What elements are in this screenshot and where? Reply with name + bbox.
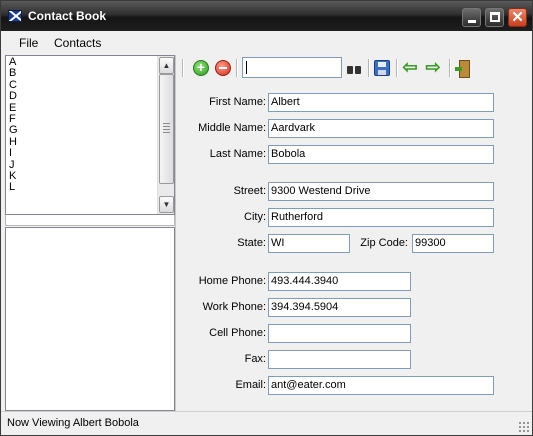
grip-line	[163, 129, 170, 130]
street-field[interactable]: 9300 Westend Drive	[268, 182, 494, 201]
state-label: State:	[237, 237, 266, 249]
email-field[interactable]: ant@eater.com	[268, 376, 494, 395]
close-icon: ✕	[511, 9, 524, 26]
text-caret	[246, 61, 247, 74]
close-button[interactable]: ✕	[508, 8, 527, 27]
scroll-thumb[interactable]	[159, 74, 174, 184]
first-name-label: First Name:	[209, 96, 266, 108]
grip-line	[163, 132, 170, 133]
city-field[interactable]: Rutherford	[268, 208, 494, 227]
search-input[interactable]	[242, 57, 342, 78]
contact-book-window: Contact Book ✕ File Contacts ABCDEFGHIJK…	[0, 0, 533, 436]
middle-name-label: Middle Name:	[198, 122, 266, 134]
status-bar: Now Viewing Albert Bobola	[1, 411, 532, 435]
work-phone-label: Work Phone:	[202, 301, 266, 313]
letter-item[interactable]: D	[9, 90, 18, 102]
maximize-icon	[490, 12, 500, 22]
first-name-field[interactable]: Albert	[268, 93, 494, 112]
remove-contact-icon[interactable]	[215, 60, 231, 76]
letter-list-scrollbar[interactable]: ▲ ▼	[157, 56, 174, 214]
cell-phone-field[interactable]	[268, 324, 411, 343]
city-label: City:	[244, 211, 266, 223]
status-text: Now Viewing Albert Bobola	[7, 417, 139, 429]
chevron-up-icon: ▲	[162, 61, 171, 70]
title-bar[interactable]: Contact Book ✕	[1, 1, 532, 31]
toolbar-grip	[182, 59, 184, 77]
street-label: Street:	[233, 185, 266, 197]
email-label: Email:	[235, 379, 266, 391]
home-phone-label: Home Phone:	[198, 275, 266, 287]
middle-name-field[interactable]: Aardvark	[268, 119, 494, 138]
contact-detail-pane: ⇦ ⇨ First Name: Albert Middle Name: Aard…	[175, 55, 531, 411]
toolbar-separator	[236, 59, 238, 77]
letter-item[interactable]: L	[9, 182, 18, 194]
binoculars-icon[interactable]	[346, 60, 362, 76]
letter-item[interactable]: I	[9, 147, 18, 159]
exit-door-icon[interactable]	[455, 60, 471, 78]
work-phone-field[interactable]: 394.394.5904	[268, 298, 411, 317]
floppy-save-icon[interactable]	[374, 60, 390, 76]
grip-line	[163, 126, 170, 127]
home-phone-field[interactable]: 493.444.3940	[268, 272, 411, 291]
scroll-down-button[interactable]: ▼	[159, 196, 174, 213]
grip-line	[163, 123, 170, 124]
resize-grip-icon[interactable]	[518, 421, 529, 432]
contact-results-list[interactable]	[5, 227, 175, 411]
arrow-left-icon[interactable]: ⇦	[402, 58, 418, 76]
toolbar-separator	[449, 59, 451, 77]
arrow-right-icon[interactable]: ⇨	[425, 58, 441, 76]
zip-code-label: Zip Code:	[360, 237, 408, 249]
minimize-button[interactable]	[462, 8, 481, 27]
toolbar-separator	[396, 59, 398, 77]
menu-file[interactable]: File	[19, 36, 38, 50]
toolbar: ⇦ ⇨	[176, 55, 532, 80]
toolbar-separator	[368, 59, 370, 77]
chevron-down-icon: ▼	[162, 200, 171, 209]
cell-phone-label: Cell Phone:	[209, 327, 266, 339]
last-name-field[interactable]: Bobola	[268, 145, 494, 164]
menu-contacts[interactable]: Contacts	[54, 36, 101, 50]
window-title: Contact Book	[28, 9, 106, 23]
filter-field[interactable]	[5, 215, 175, 226]
app-flag-icon	[8, 10, 22, 22]
last-name-label: Last Name:	[209, 148, 266, 160]
fax-field[interactable]	[268, 350, 411, 369]
fax-label: Fax:	[244, 353, 266, 365]
minimize-icon	[468, 20, 476, 23]
scroll-up-button[interactable]: ▲	[159, 57, 174, 74]
letter-items: ABCDEFGHIJKL	[9, 56, 18, 194]
menu-bar: File Contacts	[1, 31, 532, 53]
add-contact-icon[interactable]	[193, 59, 209, 76]
letter-index-list[interactable]: ABCDEFGHIJKL ▲ ▼	[5, 55, 175, 215]
zip-code-field[interactable]: 99300	[412, 234, 494, 253]
maximize-button[interactable]	[485, 8, 504, 27]
